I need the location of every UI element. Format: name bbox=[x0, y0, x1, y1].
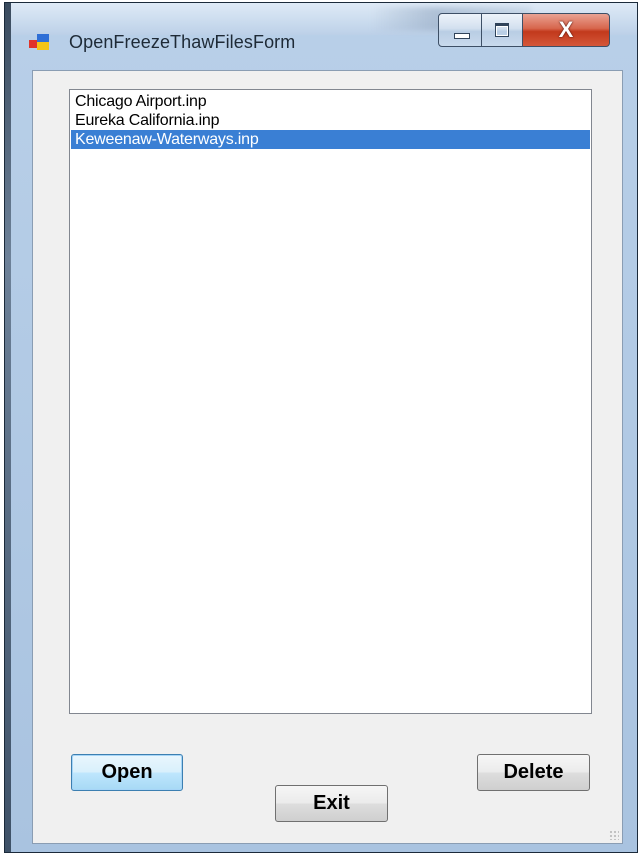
form-client-area: Chicago Airport.inp Eureka California.in… bbox=[32, 70, 623, 844]
minimize-button[interactable] bbox=[438, 13, 482, 47]
maximize-button[interactable] bbox=[481, 13, 523, 47]
maximize-icon bbox=[495, 23, 509, 37]
exit-button[interactable]: Exit bbox=[275, 785, 388, 822]
open-button[interactable]: Open bbox=[71, 754, 183, 791]
windows-form-icon bbox=[29, 34, 49, 50]
window-title: OpenFreezeThawFilesForm bbox=[69, 32, 296, 52]
app-window: OpenFreezeThawFilesForm X Chicago Airpor… bbox=[4, 2, 638, 853]
list-item[interactable]: Chicago Airport.inp bbox=[71, 92, 590, 111]
delete-button[interactable]: Delete bbox=[477, 754, 590, 791]
size-grip[interactable] bbox=[609, 830, 619, 840]
close-icon: X bbox=[558, 17, 574, 42]
close-button[interactable]: X bbox=[522, 13, 610, 47]
minimize-icon bbox=[454, 33, 470, 39]
window-left-edge bbox=[5, 3, 11, 852]
file-list[interactable]: Chicago Airport.inp Eureka California.in… bbox=[69, 89, 592, 714]
list-item-selected[interactable]: Keweenaw-Waterways.inp bbox=[71, 130, 590, 149]
list-item[interactable]: Eureka California.inp bbox=[71, 111, 590, 130]
